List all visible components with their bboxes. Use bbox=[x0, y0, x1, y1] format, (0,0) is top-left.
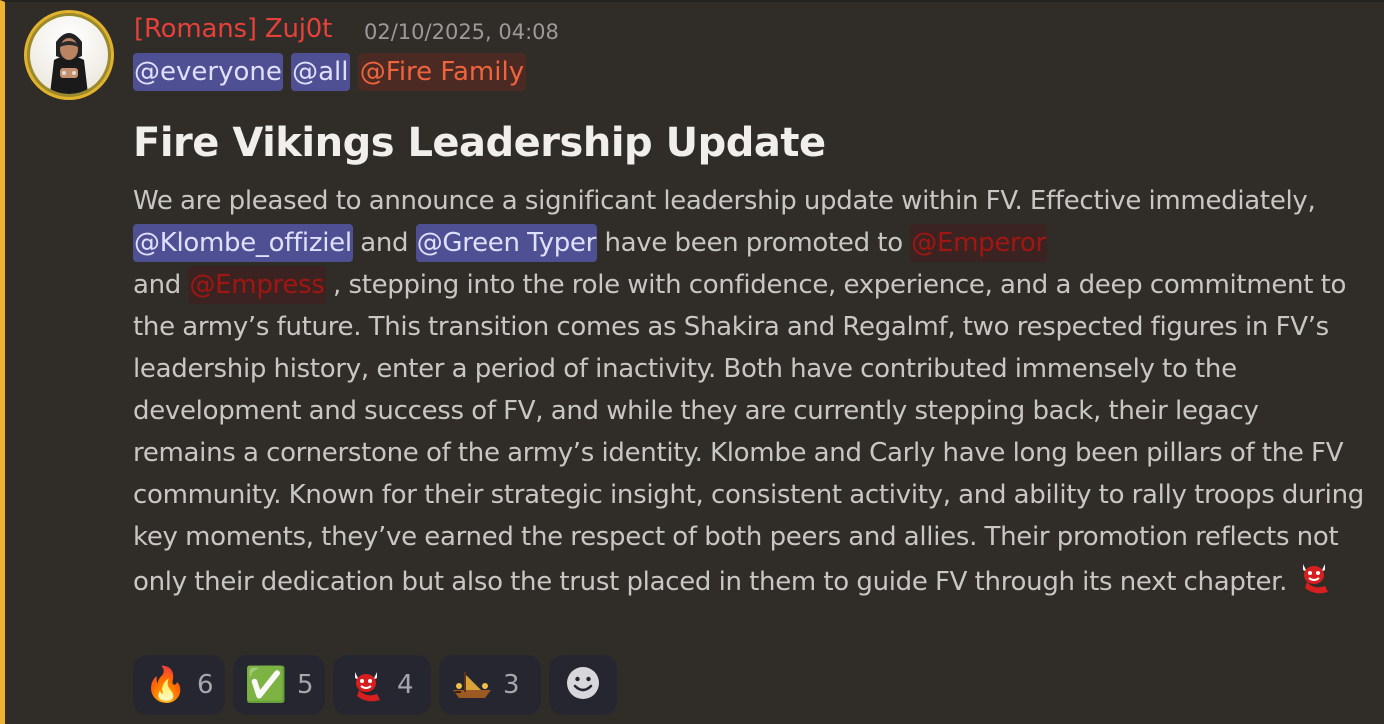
mention-role-empress[interactable]: @Empress bbox=[188, 266, 326, 304]
author-avatar[interactable] bbox=[24, 10, 114, 100]
reaction-check-mark[interactable]: ✅ 5 bbox=[233, 655, 325, 715]
add-reaction-button[interactable] bbox=[549, 655, 617, 715]
viking-ship-icon bbox=[451, 664, 493, 706]
message-body: We are pleased to announce a significant… bbox=[133, 180, 1368, 603]
red-devil-icon bbox=[345, 664, 387, 706]
reaction-count: 5 bbox=[297, 670, 314, 700]
body-text-part: and bbox=[133, 270, 189, 300]
fire-icon: 🔥 bbox=[144, 665, 188, 705]
mentions-row: @everyone @all @Fire Family bbox=[133, 53, 527, 91]
reactions-bar: 🔥 6 ✅ 5 4 3 bbox=[133, 655, 617, 715]
reaction-viking-ship[interactable]: 3 bbox=[439, 655, 541, 715]
message-container: [Romans] Zuj0t 02/10/2025, 04:08 @everyo… bbox=[0, 0, 1384, 724]
reaction-count: 3 bbox=[503, 670, 520, 700]
reaction-count: 4 bbox=[397, 670, 414, 700]
mention-green-typer[interactable]: @Green Typer bbox=[415, 224, 598, 262]
mention-role-fire-family[interactable]: @Fire Family bbox=[357, 53, 527, 91]
body-text-part: , stepping into the role with confidence… bbox=[133, 270, 1364, 597]
red-devil-emoji[interactable] bbox=[1295, 558, 1333, 596]
body-text-part: have been promoted to bbox=[597, 228, 911, 258]
body-text-part: We are pleased to announce a significant… bbox=[133, 186, 1316, 216]
avatar-image bbox=[30, 16, 108, 94]
mention-klombe-offiziel[interactable]: @Klombe_offiziel bbox=[133, 224, 353, 262]
mention-all[interactable]: @all bbox=[291, 53, 350, 91]
reaction-fire[interactable]: 🔥 6 bbox=[133, 655, 225, 715]
mention-role-emperor[interactable]: @Emperor bbox=[910, 224, 1047, 262]
reaction-red-devil[interactable]: 4 bbox=[333, 655, 431, 715]
mention-everyone[interactable]: @everyone bbox=[133, 53, 283, 91]
smiley-add-reaction-icon bbox=[565, 665, 601, 705]
message-timestamp: 02/10/2025, 04:08 bbox=[364, 20, 559, 44]
message-heading: Fire Vikings Leadership Update bbox=[133, 120, 826, 166]
reaction-count: 6 bbox=[197, 670, 214, 700]
body-text-part: and bbox=[352, 228, 416, 258]
check-mark-icon: ✅ bbox=[244, 665, 288, 705]
author-name[interactable]: [Romans] Zuj0t bbox=[134, 14, 332, 44]
